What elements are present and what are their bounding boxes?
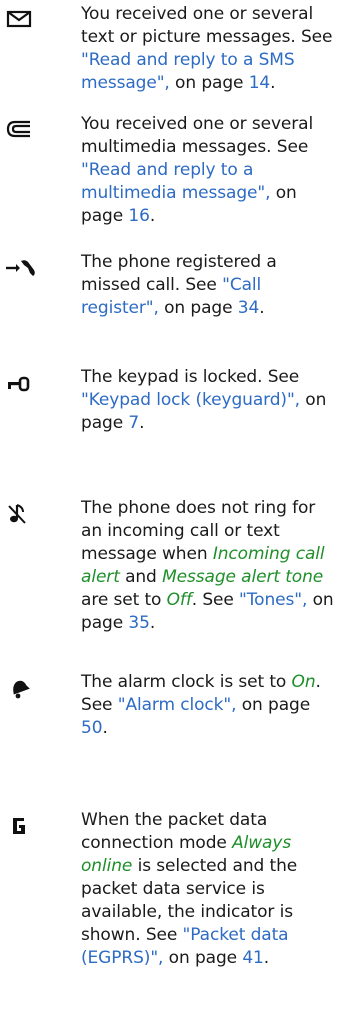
description-text: and bbox=[119, 567, 163, 587]
packet-data-icon bbox=[4, 814, 36, 838]
description-text: The keypad is locked. See bbox=[81, 367, 300, 387]
missed-call-icon bbox=[4, 256, 36, 280]
description-text: You received one or several multimedia m… bbox=[81, 114, 314, 157]
description-text: . bbox=[270, 73, 276, 93]
page-number-link[interactable]: 50 bbox=[81, 718, 103, 738]
description-text: . bbox=[139, 413, 145, 433]
setting-name-message-alert-tone: Message alert tone bbox=[162, 567, 324, 587]
page-number-link[interactable]: 34 bbox=[238, 298, 260, 318]
description-text: . bbox=[259, 298, 265, 318]
description-text: . bbox=[149, 613, 156, 633]
setting-value-on: On bbox=[291, 672, 316, 692]
multimedia-message-icon bbox=[4, 117, 36, 141]
page-number-link[interactable]: 14 bbox=[249, 73, 271, 93]
indicator-description: The phone registered a missed call. See … bbox=[81, 251, 339, 320]
cross-reference-link[interactable]: "Read and reply to a multimedia message"… bbox=[81, 160, 271, 203]
cross-reference-link[interactable]: "Tones", bbox=[239, 590, 307, 610]
indicator-description: You received one or several multimedia m… bbox=[81, 113, 339, 228]
indicator-description: When the packet data connection mode Alw… bbox=[81, 809, 339, 970]
indicator-description: The phone does not ring for an incoming … bbox=[81, 497, 339, 635]
page-number-link[interactable]: 16 bbox=[128, 206, 150, 226]
indicator-description: You received one or several text or pict… bbox=[81, 3, 339, 95]
silent-icon bbox=[4, 502, 36, 526]
indicator-description: The alarm clock is set to On. See "Alarm… bbox=[81, 671, 339, 740]
description-text: . bbox=[102, 718, 108, 738]
description-text: The alarm clock is set to bbox=[81, 672, 292, 692]
cross-reference-link[interactable]: "Alarm clock", bbox=[118, 695, 237, 715]
description-text: . See bbox=[191, 590, 240, 610]
description-text: . bbox=[263, 948, 270, 968]
description-text: are set to bbox=[81, 590, 167, 610]
keypad-lock-icon bbox=[4, 372, 36, 396]
page-number-link[interactable]: 7 bbox=[128, 413, 139, 433]
page-number-link[interactable]: 41 bbox=[242, 948, 264, 968]
description-text: . bbox=[149, 206, 156, 226]
description-text: on page bbox=[158, 298, 238, 318]
cross-reference-link[interactable]: "Keypad lock (keyguard)", bbox=[81, 390, 300, 410]
alarm-clock-icon bbox=[4, 676, 36, 700]
description-text: You received one or several text or pict… bbox=[81, 4, 333, 47]
description-text: on page bbox=[236, 695, 311, 715]
indicator-description: The keypad is locked. See "Keypad lock (… bbox=[81, 366, 339, 435]
page-number-link[interactable]: 35 bbox=[128, 613, 150, 633]
envelope-icon bbox=[4, 8, 36, 32]
description-text: on page bbox=[163, 948, 243, 968]
setting-value-off: Off bbox=[166, 590, 192, 610]
description-text: on page bbox=[169, 73, 249, 93]
